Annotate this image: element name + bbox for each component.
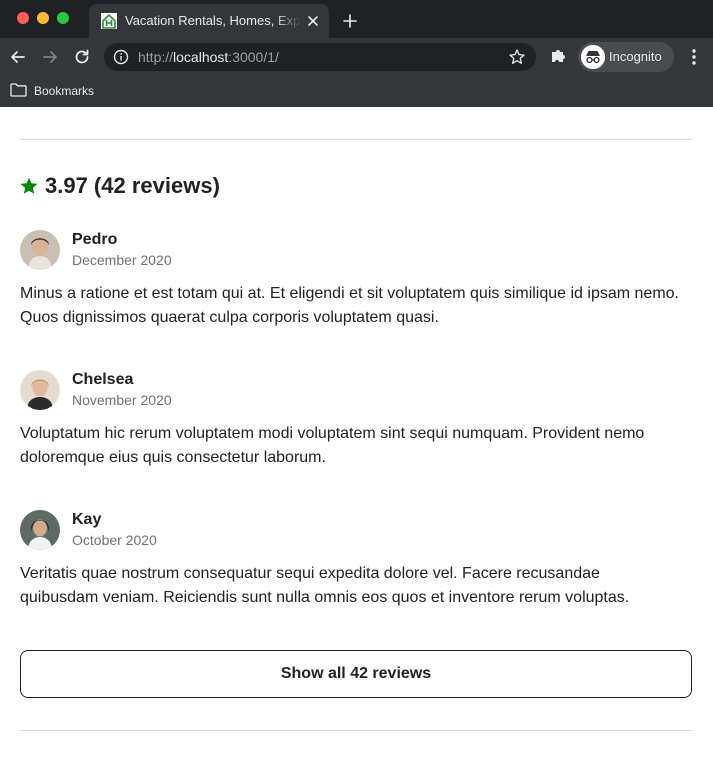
review-date: December 2020 (72, 252, 172, 268)
reload-icon[interactable] (72, 47, 92, 67)
bookmark-star-icon[interactable] (508, 48, 526, 66)
browser-tab[interactable]: Vacation Rentals, Homes, Experiences & P… (89, 4, 329, 38)
bookmarks-folder-label[interactable]: Bookmarks (34, 83, 94, 99)
url-scheme: http:// (138, 49, 174, 65)
section-divider-top (20, 139, 692, 140)
back-arrow-icon[interactable] (8, 47, 28, 67)
browser-tab-bar: Vacation Rentals, Homes, Experiences & P… (0, 0, 713, 38)
url-text: http://localhost:3000/1/ (138, 49, 279, 65)
rating-summary: 3.97 (42 reviews) (45, 173, 220, 198)
forward-arrow-icon[interactable] (40, 47, 60, 67)
review-text: Minus a ratione et est totam qui at. Et … (20, 285, 679, 326)
avatar (20, 230, 60, 270)
close-tab-icon[interactable] (305, 13, 321, 29)
browser-menu-kebab-icon[interactable] (686, 47, 702, 67)
address-bar[interactable]: http://localhost:3000/1/ (104, 43, 536, 71)
incognito-spy-icon (581, 45, 605, 69)
listing-page: 3.97 (42 reviews) Pedro December 2020 Mi… (0, 107, 713, 764)
house-favicon-icon (101, 13, 117, 29)
extensions-puzzle-icon[interactable] (548, 46, 568, 66)
review-text: Voluptatum hic rerum voluptatem modi vol… (20, 425, 645, 466)
star-icon (20, 177, 38, 195)
new-tab-plus-icon[interactable] (340, 11, 360, 31)
review-date: November 2020 (72, 392, 172, 408)
bookmarks-bar: Bookmarks (0, 76, 713, 107)
avatar (20, 510, 60, 550)
section-divider-bottom (20, 730, 692, 731)
url-host: localhost (173, 49, 229, 65)
incognito-profile-button[interactable]: Incognito (578, 42, 674, 72)
avatar (20, 370, 60, 410)
folder-icon[interactable] (10, 83, 27, 97)
incognito-label: Incognito (609, 49, 662, 64)
tab-title: Vacation Rentals, Homes, Experiences & P… (125, 13, 301, 28)
reviews-heading: 3.97 (42 reviews) (20, 173, 220, 199)
window-close-control[interactable] (17, 12, 29, 24)
show-all-reviews-button[interactable]: Show all 42 reviews (20, 650, 692, 698)
review-date: October 2020 (72, 532, 157, 548)
reviewer-name: Chelsea (72, 371, 134, 388)
site-info-icon[interactable] (113, 49, 129, 65)
browser-toolbar: http://localhost:3000/1/ Incognito (0, 38, 713, 76)
window-minimize-control[interactable] (37, 12, 49, 24)
review-text: Veritatis quae nostrum consequatur sequi… (20, 565, 630, 606)
url-path: :3000/1/ (228, 49, 279, 65)
reviewer-name: Kay (72, 511, 102, 528)
window-zoom-control[interactable] (57, 12, 69, 24)
reviewer-name: Pedro (72, 231, 118, 248)
